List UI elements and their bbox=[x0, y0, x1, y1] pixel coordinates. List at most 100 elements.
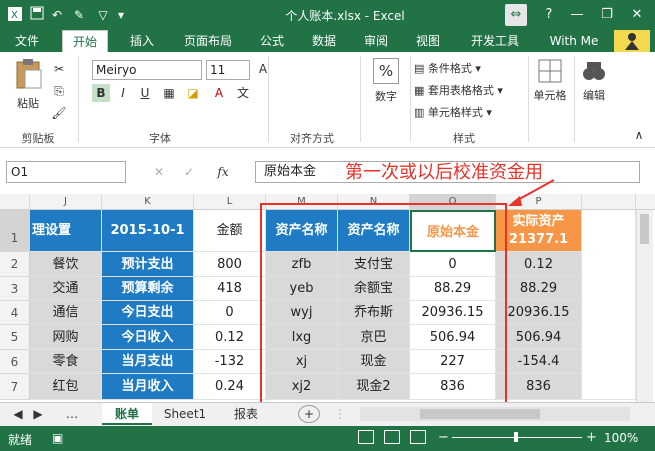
cell-p5[interactable]: 506.94 bbox=[496, 325, 582, 350]
row-header-5[interactable]: 5 bbox=[0, 325, 30, 350]
cell-k5[interactable]: 今日收入 bbox=[102, 325, 194, 350]
tab-with-me[interactable]: With Me bbox=[544, 30, 604, 52]
horizontal-scrollbar-thumb[interactable] bbox=[420, 409, 540, 419]
customize-qat-icon[interactable]: ▾ bbox=[112, 6, 130, 24]
tab-insert[interactable]: 插入 bbox=[120, 30, 164, 52]
cell-k6[interactable]: 当月支出 bbox=[102, 350, 194, 374]
tab-review[interactable]: 审阅 bbox=[356, 30, 396, 52]
cell-p2[interactable]: 0.12 bbox=[496, 252, 582, 277]
cell-k2[interactable]: 预计支出 bbox=[102, 252, 194, 277]
sheet-tab-report[interactable]: 报表 bbox=[222, 403, 270, 425]
tab-data[interactable]: 数据 bbox=[304, 30, 344, 52]
increase-font-icon[interactable]: A bbox=[254, 60, 272, 78]
save-icon[interactable] bbox=[28, 6, 46, 24]
restore-button[interactable]: ❐ bbox=[596, 4, 618, 26]
editing-button[interactable]: 编辑 bbox=[576, 58, 612, 118]
page-break-view-icon[interactable] bbox=[410, 430, 426, 444]
cell-l5[interactable]: 0.12 bbox=[194, 325, 266, 350]
tab-formulas[interactable]: 公式 bbox=[252, 30, 292, 52]
cell-l4[interactable]: 0 bbox=[194, 301, 266, 325]
cell-p1[interactable]: 实际资产 21377.1 bbox=[496, 210, 582, 252]
cell-l7[interactable]: 0.24 bbox=[194, 374, 266, 400]
zoom-level[interactable]: 100% bbox=[604, 431, 638, 445]
cell-l3[interactable]: 418 bbox=[194, 277, 266, 301]
select-all-corner[interactable] bbox=[0, 194, 30, 210]
zoom-slider-thumb[interactable] bbox=[514, 432, 518, 442]
undo-icon[interactable]: ↶ bbox=[48, 6, 66, 24]
ribbon-display-icon[interactable]: ⇔ bbox=[505, 4, 527, 26]
macro-record-icon[interactable]: ▣ bbox=[52, 431, 63, 445]
next-sheet-icon[interactable]: ▶ bbox=[30, 403, 46, 425]
cell-p4[interactable]: 20936.15 bbox=[496, 301, 582, 325]
cell-p6[interactable]: -154.4 bbox=[496, 350, 582, 374]
italic-button[interactable]: I bbox=[114, 84, 132, 102]
scrollbar-thumb[interactable] bbox=[640, 214, 649, 244]
col-header-k[interactable]: K bbox=[102, 194, 194, 210]
zoom-slider[interactable] bbox=[452, 432, 582, 442]
cell-p7[interactable]: 836 bbox=[496, 374, 582, 400]
conditional-format-button[interactable]: ▤ 条件格式 ▾ bbox=[414, 60, 524, 76]
name-box[interactable]: O1 bbox=[6, 161, 126, 183]
cell-j2[interactable]: 餐饮 bbox=[30, 252, 102, 277]
add-sheet-icon[interactable]: + bbox=[298, 405, 320, 423]
insert-function-icon[interactable]: fx bbox=[214, 163, 232, 181]
cell-j4[interactable]: 通信 bbox=[30, 301, 102, 325]
page-layout-view-icon[interactable] bbox=[384, 430, 400, 444]
cell-l6[interactable]: -132 bbox=[194, 350, 266, 374]
col-header-j[interactable]: J bbox=[30, 194, 102, 210]
copy-icon[interactable]: ⎘ bbox=[50, 82, 68, 100]
minimize-button[interactable]: — bbox=[566, 4, 588, 26]
row-header-4[interactable]: 4 bbox=[0, 301, 30, 325]
format-as-table-button[interactable]: ▦ 套用表格格式 ▾ bbox=[414, 82, 530, 98]
user-avatar[interactable] bbox=[614, 30, 650, 52]
row-header-3[interactable]: 3 bbox=[0, 277, 30, 301]
font-name-select[interactable]: Meiryo bbox=[92, 60, 202, 80]
cell-l1[interactable]: 金额 bbox=[194, 210, 266, 252]
cells-button[interactable]: 单元格 bbox=[530, 58, 570, 118]
cell-empty-column[interactable] bbox=[582, 210, 636, 400]
prev-sheet-icon[interactable]: ◀ bbox=[10, 403, 26, 425]
phonetic-icon[interactable]: 文 bbox=[234, 84, 252, 102]
tab-developer[interactable]: 开发工具 bbox=[462, 30, 528, 52]
cell-j1[interactable]: 理设置 bbox=[30, 210, 102, 252]
cell-j5[interactable]: 网购 bbox=[30, 325, 102, 350]
eraser-icon[interactable]: ✎ bbox=[70, 6, 88, 24]
underline-button[interactable]: U bbox=[136, 84, 154, 102]
zoom-out-icon[interactable]: − bbox=[438, 430, 449, 445]
font-color-icon[interactable]: A bbox=[210, 84, 228, 102]
cancel-icon[interactable]: ✕ bbox=[150, 163, 168, 181]
cell-styles-button[interactable]: ▥ 单元格样式 ▾ bbox=[414, 104, 524, 120]
tab-splitter-icon[interactable]: ⋮ bbox=[330, 403, 350, 425]
row-header-1[interactable]: 1 bbox=[0, 210, 30, 252]
number-format-button[interactable]: % 数字 bbox=[368, 58, 404, 118]
sheet-tab-ledger[interactable]: 账单 bbox=[102, 403, 152, 425]
cut-icon[interactable]: ✂ bbox=[50, 60, 68, 78]
filter-icon[interactable]: ▽ bbox=[94, 6, 112, 24]
collapse-ribbon-icon[interactable]: ∧ bbox=[630, 126, 648, 144]
row-header-6[interactable]: 6 bbox=[0, 350, 30, 374]
cell-p3[interactable]: 88.29 bbox=[496, 277, 582, 301]
cell-j3[interactable]: 交通 bbox=[30, 277, 102, 301]
tab-page-layout[interactable]: 页面布局 bbox=[176, 30, 240, 52]
vertical-scrollbar[interactable] bbox=[636, 210, 653, 402]
cell-k3[interactable]: 预算剩余 bbox=[102, 277, 194, 301]
cell-j6[interactable]: 零食 bbox=[30, 350, 102, 374]
zoom-in-icon[interactable]: + bbox=[586, 430, 597, 445]
cell-l2[interactable]: 800 bbox=[194, 252, 266, 277]
row-header-7[interactable]: 7 bbox=[0, 374, 30, 400]
sheet-tab-sheet1[interactable]: Sheet1 bbox=[156, 403, 214, 425]
more-sheets-icon[interactable]: … bbox=[60, 403, 84, 425]
tab-view[interactable]: 视图 bbox=[408, 30, 448, 52]
cell-j7[interactable]: 红包 bbox=[30, 374, 102, 400]
cell-k7[interactable]: 当月收入 bbox=[102, 374, 194, 400]
format-painter-icon[interactable]: 🖌 bbox=[50, 104, 68, 122]
horizontal-scrollbar[interactable] bbox=[360, 407, 630, 421]
row-header-2[interactable]: 2 bbox=[0, 252, 30, 277]
col-header-next[interactable] bbox=[582, 194, 636, 210]
enter-icon[interactable]: ✓ bbox=[180, 163, 198, 181]
cell-k1[interactable]: 2015-10-1 bbox=[102, 210, 194, 252]
paste-button[interactable]: 粘贴 bbox=[10, 58, 46, 118]
borders-icon[interactable]: ▦ bbox=[160, 84, 178, 102]
font-size-select[interactable]: 11 bbox=[206, 60, 250, 80]
tab-home[interactable]: 开始 bbox=[62, 30, 108, 52]
